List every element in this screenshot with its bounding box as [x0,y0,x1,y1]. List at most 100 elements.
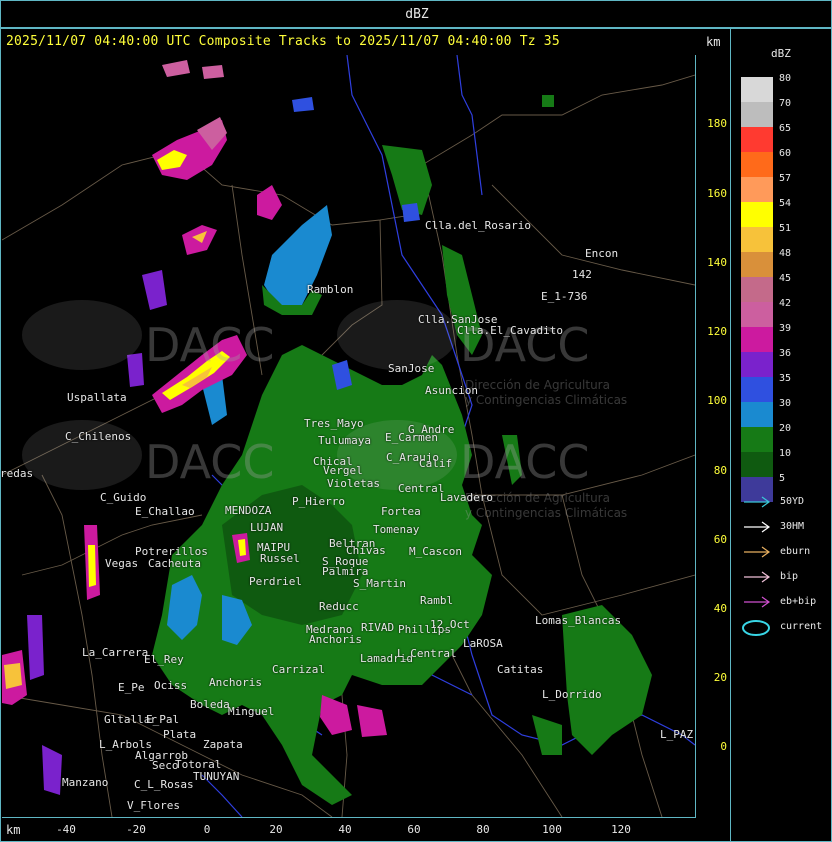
y-tick-label: 140 [707,256,727,269]
y-tick-label: 180 [707,117,727,130]
place-label: TUNUYAN [193,770,240,783]
x-tick-label: 80 [476,823,490,836]
legend-level-label: 54 [779,198,792,209]
track-label: current [780,621,823,632]
place-label: LUJAN [250,521,284,534]
y-tick-label: 20 [713,671,727,684]
track-arrow-icon [742,519,774,533]
x-tick-label: 120 [611,823,631,836]
legend-swatch [741,177,773,202]
legend-level-label: 60 [779,148,792,159]
track-label: 50YD [780,496,805,507]
watermark-logo-text: DACC [145,318,275,372]
place-label: Zapata [203,738,243,751]
legend-swatch [741,352,773,377]
legend-swatch [741,227,773,252]
place-label: RIVAD [361,621,395,634]
place-label: Vegas [105,557,139,570]
legend-swatch [741,277,773,302]
place-label: Plata [163,728,197,741]
legend-level-label: 5 [779,473,786,484]
place-label: E_Pe [118,681,145,694]
legend-level-label: 57 [779,173,792,184]
legend-swatch [741,327,773,352]
product-title: dBZ [405,7,429,22]
timestamp-header: 2025/11/07 04:40:00 UTC Composite Tracks… [6,34,560,49]
legend-level-label: 35 [779,373,792,384]
legend-level-label: 39 [779,323,792,334]
legend-level-label: 45 [779,273,792,284]
place-label: MAIPU [257,541,291,554]
y-tick-label: 160 [707,187,727,200]
place-label: Reducc [319,600,359,613]
place-label: P_Hierro [292,495,345,508]
legend-level-label: 80 [779,73,792,84]
legend-level-label: 65 [779,123,792,134]
place-label: redas [0,467,34,480]
place-label: Clla.del_Rosario [425,219,531,232]
place-label: S_Martin [353,577,406,590]
legend-swatch [741,77,773,102]
place-label: C_L_Rosas [134,778,194,791]
y-tick-label: 80 [713,464,727,477]
track-arrow-icon [742,544,774,558]
place-label: Boleda [190,698,230,711]
km-unit-label-bottom: km [6,823,21,837]
place-label: Ramblon [307,283,354,296]
legend-level-label: 51 [779,223,792,234]
watermark-subtitle: y Contingencias Climáticas [465,393,628,407]
place-label: L_Central [397,647,457,660]
x-tick-label: 20 [269,823,283,836]
legend-swatch [741,252,773,277]
legend-unit: dBZ [771,47,791,60]
place-label: L_Dorrido [542,688,602,701]
current-cell-ellipse-icon [742,619,774,636]
place-label: El_Rey [144,653,184,666]
x-tick-label: 60 [407,823,421,836]
place-label: Calif [419,457,453,470]
watermark-subtitle: Dirección de Agricultura [465,378,610,392]
place-label: C_Chilenos [65,430,132,443]
legend-level-label: 48 [779,248,792,259]
y-tick-label: 100 [707,394,727,407]
legend-swatch [741,402,773,427]
legend-level-label: 70 [779,98,792,109]
place-label: 12_Oct [430,618,470,631]
place-label: Tulumaya [318,434,371,447]
x-tick-label: 100 [542,823,562,836]
place-label: Carrizal [272,663,325,676]
legend-swatch [741,452,773,477]
place-label: Lavadero [440,491,493,504]
place-label: Manzano [62,776,109,789]
legend-level-label: 10 [779,448,792,459]
legend-level-label: 36 [779,348,792,359]
legend-swatch [741,152,773,177]
legend-swatch [741,302,773,327]
km-unit-label-top: km [706,35,721,49]
top-bar: dBZ [0,0,832,28]
place-label: Cacheuta [148,557,201,570]
place-label: E_Pal [146,713,180,726]
track-label: eburn [780,546,811,557]
place-label: V_Flores [127,799,180,812]
place-label: L_PAZ [660,728,694,741]
place-label: Encon [585,247,619,260]
legend-level-label: 20 [779,423,792,434]
track-label: 30HM [780,521,805,532]
place-label: Lomas_Blancas [535,614,622,627]
legend-swatch [741,377,773,402]
place-label: Tomenay [373,523,420,536]
track-arrow-icon [742,594,774,608]
watermark-subtitle: y Contingencias Climáticas [465,506,628,520]
y-tick-label: 120 [707,325,727,338]
legend-swatch [741,202,773,227]
legend-swatch [741,427,773,452]
place-label: MENDOZA [225,504,272,517]
place-label: Asuncion [425,384,478,397]
watermark-logo-text: DACC [145,435,275,489]
legend-level-label: 42 [779,298,792,309]
place-label: Violetas [327,477,380,490]
legend-level-label: 30 [779,398,792,409]
place-label: E_1-736 [541,290,588,303]
place-label: 142 [572,268,592,281]
